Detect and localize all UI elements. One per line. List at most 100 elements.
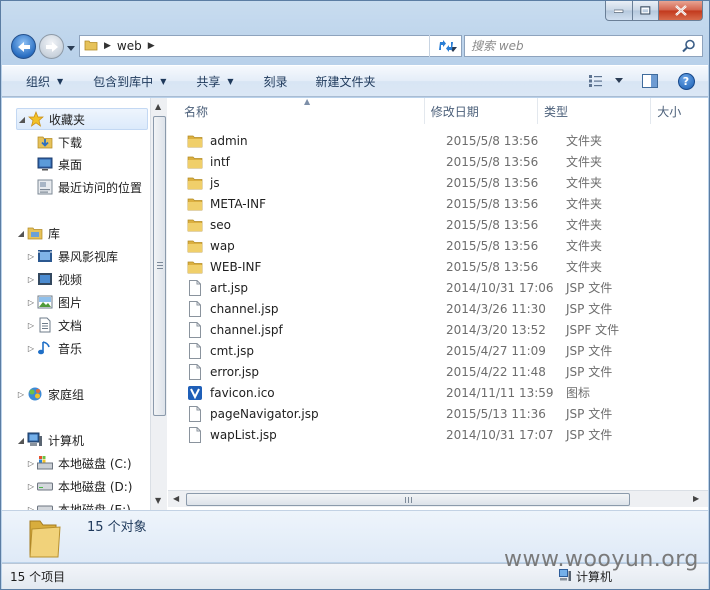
file-row[interactable]: wapList.jsp 2014/10/31 17:07 JSP 文件: [168, 424, 708, 445]
file-type: JSP 文件: [566, 365, 613, 379]
nav-documents[interactable]: ▷ 文档: [26, 314, 82, 336]
recent-pages-dropdown[interactable]: [67, 41, 75, 55]
scroll-down-icon[interactable]: ▼: [155, 496, 161, 505]
folder-icon: [186, 154, 204, 170]
collapse-arrow-icon[interactable]: ◢: [16, 229, 26, 238]
nav-downloads[interactable]: 下载: [36, 131, 82, 153]
organize-button[interactable]: 组织 ▼: [2, 68, 75, 94]
file-row[interactable]: channel.jspf 2014/3/20 13:52 JSPF 文件: [168, 319, 708, 340]
scroll-left-icon[interactable]: ◀: [173, 494, 179, 503]
breadcrumb-web[interactable]: web: [117, 39, 142, 53]
close-button[interactable]: [659, 1, 703, 21]
forward-button[interactable]: [39, 34, 64, 59]
nav-computer[interactable]: ◢ 计算机: [16, 429, 84, 451]
expand-arrow-icon[interactable]: ▷: [16, 390, 26, 399]
expand-arrow-icon[interactable]: ▷: [26, 275, 36, 284]
nav-videos-label: 视频: [58, 272, 83, 287]
file-type: 文件夹: [566, 218, 603, 232]
file-row[interactable]: cmt.jsp 2015/4/27 11:09 JSP 文件: [168, 340, 708, 361]
nav-disk-c[interactable]: ▷ 本地磁盘 (C:): [26, 452, 132, 474]
file-icon: [186, 321, 204, 338]
back-button[interactable]: [11, 34, 36, 59]
arrow-right-icon: [45, 41, 58, 52]
maximize-button[interactable]: [633, 1, 659, 21]
scroll-right-icon[interactable]: ▶: [693, 494, 699, 503]
breadcrumb-separator[interactable]: ▶: [148, 41, 155, 51]
nav-disk-e[interactable]: ▷ 本地磁盘 (E:): [26, 498, 131, 510]
drive-icon: [36, 501, 54, 510]
file-row[interactable]: WEB-INF 2015/5/8 13:56 文件夹: [168, 256, 708, 277]
file-row[interactable]: admin 2015/5/8 13:56 文件夹: [168, 130, 708, 151]
search-box[interactable]: [464, 35, 703, 57]
new-folder-button[interactable]: 新建文件夹: [300, 68, 388, 94]
expand-arrow-icon[interactable]: ▷: [26, 298, 36, 307]
file-name: admin: [210, 133, 248, 148]
share-label: 共享: [196, 74, 221, 89]
nav-homegroup[interactable]: ▷ 家庭组: [16, 383, 84, 405]
nav-libraries[interactable]: ◢ 库: [16, 222, 60, 244]
expand-arrow-icon[interactable]: ▷: [26, 321, 36, 330]
minimize-button[interactable]: [605, 1, 633, 21]
file-list-scrollbar[interactable]: ◀ ▶: [168, 490, 708, 507]
nav-music[interactable]: ▷ 音乐: [26, 337, 82, 359]
file-date: 2015/5/8 13:56: [446, 133, 539, 148]
address-bar[interactable]: ▶ web ▶: [79, 35, 462, 57]
breadcrumb-separator[interactable]: ▶: [104, 41, 111, 51]
file-row[interactable]: channel.jsp 2014/3/26 11:30 JSP 文件: [168, 298, 708, 319]
column-date[interactable]: 修改日期: [425, 98, 538, 124]
file-name: WEB-INF: [210, 259, 262, 274]
nav-videos[interactable]: ▷ 视频: [26, 268, 82, 290]
chevron-down-icon: [615, 78, 623, 83]
burn-button[interactable]: 刻录: [246, 68, 300, 94]
file-row[interactable]: js 2015/5/8 13:56 文件夹: [168, 172, 708, 193]
folder-icon: [84, 39, 98, 54]
collapse-arrow-icon[interactable]: ◢: [17, 115, 27, 124]
file-row[interactable]: seo 2015/5/8 13:56 文件夹: [168, 214, 708, 235]
nav-pictures-label: 图片: [58, 295, 83, 310]
file-row[interactable]: favicon.ico 2014/11/11 13:59 图标: [168, 382, 708, 403]
file-type: 文件夹: [566, 134, 603, 148]
refresh-button[interactable]: [429, 35, 461, 57]
change-view-button[interactable]: [582, 69, 610, 93]
video-library-icon: [36, 248, 54, 264]
nav-storm-video[interactable]: ▷ 暴风影视库: [26, 245, 118, 267]
expand-arrow-icon[interactable]: ▷: [26, 344, 36, 353]
file-row[interactable]: wap 2015/5/8 13:56 文件夹: [168, 235, 708, 256]
file-name: wapList.jsp: [210, 427, 277, 442]
help-icon: ?: [677, 72, 695, 90]
column-type[interactable]: 类型: [538, 98, 652, 124]
collapse-arrow-icon[interactable]: ◢: [16, 436, 26, 445]
nav-disk-e-label: 本地磁盘 (E:): [58, 502, 131, 511]
nav-pane-scrollbar[interactable]: ▲ ▼: [150, 98, 167, 510]
include-in-library-button[interactable]: 包含到库中 ▼: [75, 68, 178, 94]
file-row[interactable]: error.jsp 2015/4/22 11:48 JSP 文件: [168, 361, 708, 382]
scroll-up-icon[interactable]: ▲: [155, 102, 161, 111]
file-type: 文件夹: [566, 155, 603, 169]
scrollbar-thumb[interactable]: [186, 493, 630, 506]
nav-desktop[interactable]: 桌面: [36, 153, 82, 175]
column-size[interactable]: 大小: [651, 98, 708, 124]
nav-favorites[interactable]: ◢ 收藏夹: [16, 108, 148, 130]
nav-pictures[interactable]: ▷ 图片: [26, 291, 82, 313]
share-button[interactable]: 共享 ▼: [178, 68, 245, 94]
view-options-dropdown[interactable]: [610, 69, 628, 93]
scrollbar-thumb[interactable]: [153, 116, 166, 416]
file-type: 文件夹: [566, 239, 603, 253]
expand-arrow-icon[interactable]: ▷: [26, 459, 36, 468]
folder-icon: [186, 217, 204, 233]
nav-recent-places[interactable]: 最近访问的位置: [36, 176, 142, 198]
expand-arrow-icon[interactable]: ▷: [26, 252, 36, 261]
file-row[interactable]: art.jsp 2014/10/31 17:06 JSP 文件: [168, 277, 708, 298]
help-button[interactable]: ?: [672, 69, 700, 93]
preview-pane-button[interactable]: [636, 69, 664, 93]
file-row[interactable]: pageNavigator.jsp 2015/5/13 11:36 JSP 文件: [168, 403, 708, 424]
file-row[interactable]: intf 2015/5/8 13:56 文件夹: [168, 151, 708, 172]
nav-disk-d[interactable]: ▷ 本地磁盘 (D:): [26, 475, 133, 497]
search-input[interactable]: [471, 39, 671, 53]
expand-arrow-icon[interactable]: ▷: [26, 482, 36, 491]
column-name[interactable]: 名称 ▲: [168, 98, 425, 124]
chevron-down-icon: ▼: [227, 76, 234, 86]
selection-count: 15 个对象: [87, 520, 147, 535]
file-row[interactable]: META-INF 2015/5/8 13:56 文件夹: [168, 193, 708, 214]
search-icon[interactable]: [682, 39, 696, 56]
